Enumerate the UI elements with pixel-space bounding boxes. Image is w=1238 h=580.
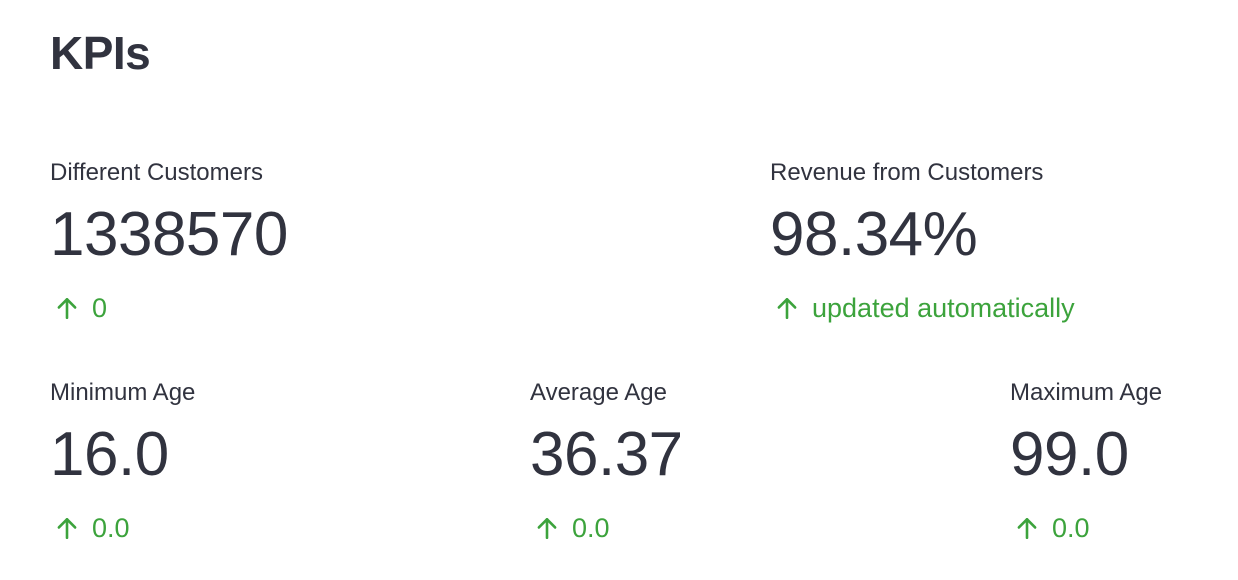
arrow-up-icon (54, 295, 80, 321)
metric-delta: updated automatically (770, 292, 1075, 324)
metric-label: Minimum Age (50, 379, 196, 406)
metric-delta-text: 0.0 (1052, 513, 1090, 543)
metric-revenue-from-customers: Revenue from Customers 98.34% updated au… (770, 158, 1075, 324)
metric-value: 98.34% (770, 200, 978, 269)
metric-value: 16.0 (50, 420, 169, 489)
metric-delta: 0.0 (50, 512, 195, 544)
metric-delta: 0.0 (530, 512, 683, 544)
metric-average-age: Average Age 36.37 0.0 (530, 378, 683, 544)
page-title: KPIs (50, 27, 151, 79)
metric-value: 1338570 (50, 200, 288, 269)
metric-label: Revenue from Customers (770, 159, 1044, 186)
metric-minimum-age: Minimum Age 16.0 0.0 (50, 378, 195, 544)
arrow-up-icon (534, 515, 560, 541)
metric-delta-text: 0.0 (92, 513, 130, 543)
arrow-up-icon (54, 515, 80, 541)
metric-delta-text: 0 (92, 293, 108, 323)
arrow-up-icon (1014, 515, 1040, 541)
metric-label: Maximum Age (1010, 379, 1163, 406)
metric-delta-text: 0.0 (572, 513, 610, 543)
metric-different-customers: Different Customers 1338570 0 (50, 158, 288, 324)
metric-delta-text: updated automatically (812, 293, 1075, 323)
metric-value: 36.37 (530, 420, 683, 489)
metric-delta: 0.0 (1010, 512, 1162, 544)
metric-value: 99.0 (1010, 420, 1129, 489)
arrow-up-icon (774, 295, 800, 321)
metric-label: Different Customers (50, 159, 263, 186)
metric-label: Average Age (530, 379, 668, 406)
metric-maximum-age: Maximum Age 99.0 0.0 (1010, 378, 1162, 544)
metric-delta: 0 (50, 292, 288, 324)
